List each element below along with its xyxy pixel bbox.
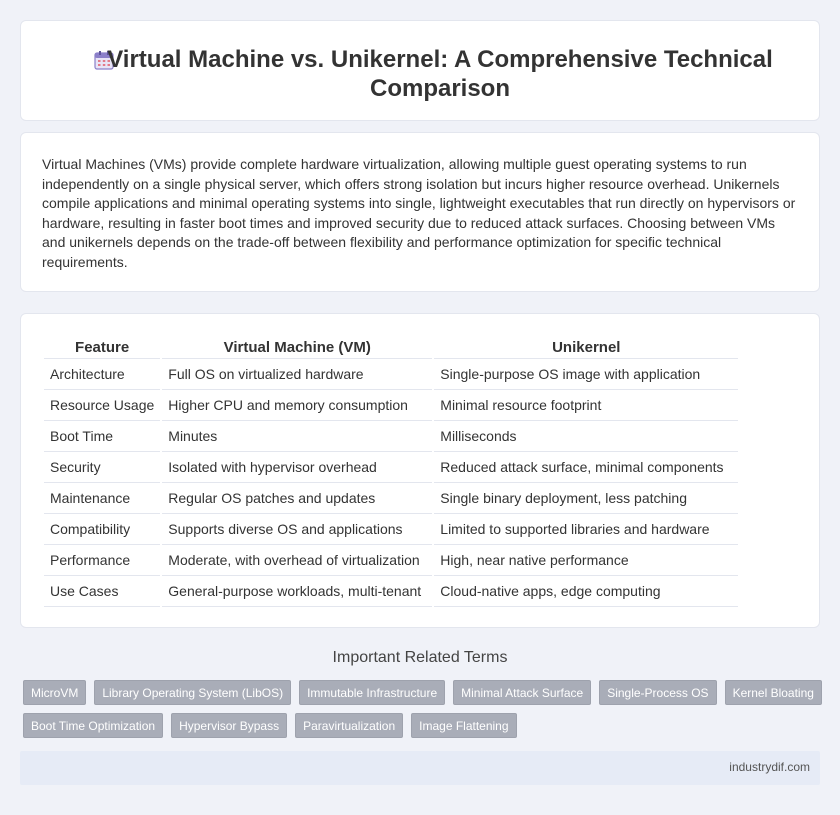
related-term-tag[interactable]: MicroVM	[23, 680, 87, 705]
related-term-tag[interactable]: Paravirtualization	[295, 713, 404, 738]
related-term-tag[interactable]: Library Operating System (LibOS)	[94, 680, 292, 705]
related-term-tag[interactable]: Minimal Attack Surface	[453, 680, 592, 705]
table-row: Security Isolated with hypervisor overhea…	[44, 452, 739, 483]
intro-paragraph: Virtual Machines (VMs) provide complete …	[42, 156, 796, 270]
related-terms-title: Important Related Terms	[332, 649, 508, 666]
column-header-vm: Virtual Machine (VM)	[162, 332, 433, 359]
column-header-feature: Feature	[44, 332, 161, 359]
cell-unikernel: Limited to supported libraries and hardw…	[434, 514, 739, 545]
table-body: Architecture Full OS on virtualized hardw…	[44, 359, 739, 607]
cell-feature: Security	[44, 452, 161, 483]
cell-feature: Maintenance	[44, 483, 161, 514]
table-header-row: Feature Virtual Machine (VM) Unikernel	[44, 332, 739, 359]
intro-card: Virtual Machines (VMs) provide complete …	[20, 132, 820, 292]
cell-vm: Moderate, with overhead of virtualizatio…	[162, 545, 433, 576]
cell-feature: Resource Usage	[44, 390, 161, 421]
footer-site: industrydif.com	[729, 760, 810, 774]
cell-unikernel: Milliseconds	[434, 421, 739, 452]
related-term-tag[interactable]: Hypervisor Bypass	[171, 713, 288, 738]
cell-vm: Isolated with hypervisor overhead	[162, 452, 433, 483]
cell-unikernel: Single binary deployment, less patching	[434, 483, 739, 514]
cell-feature: Boot Time	[44, 421, 161, 452]
cell-unikernel: Minimal resource footprint	[434, 390, 739, 421]
cell-feature: Use Cases	[44, 576, 161, 607]
table-row: Architecture Full OS on virtualized hardw…	[44, 359, 739, 390]
cell-vm: Supports diverse OS and applications	[162, 514, 433, 545]
related-term-tag[interactable]: Kernel Bloating	[724, 680, 822, 705]
cell-feature: Architecture	[44, 359, 161, 390]
related-term-tag[interactable]: Single-Process OS	[599, 680, 717, 705]
page-title: Virtual Machine vs. Unikernel: A Compreh…	[107, 46, 773, 102]
cell-feature: Performance	[44, 545, 161, 576]
cell-vm: Higher CPU and memory consumption	[162, 390, 433, 421]
cell-vm: Full OS on virtualized hardware	[162, 359, 433, 390]
cell-vm: Regular OS patches and updates	[162, 483, 433, 514]
table-row: Use Cases General-purpose workloads, mult…	[44, 576, 739, 607]
related-term-tag[interactable]: Immutable Infrastructure	[299, 680, 446, 705]
table-row: Performance Moderate, with overhead of vi…	[44, 545, 739, 576]
cell-unikernel: High, near native performance	[434, 545, 739, 576]
column-header-unikernel: Unikernel	[434, 332, 739, 359]
comparison-table: Feature Virtual Machine (VM) Unikernel A…	[42, 332, 740, 607]
related-term-tag[interactable]: Boot Time Optimization	[23, 713, 164, 738]
table-row: Resource Usage Higher CPU and memory cons…	[44, 390, 739, 421]
cell-unikernel: Reduced attack surface, minimal componen…	[434, 452, 739, 483]
table-row: Boot Time Minutes Milliseconds	[44, 421, 739, 452]
footer: industrydif.com	[20, 751, 820, 785]
related-term-tag[interactable]: Image Flattening	[411, 713, 517, 738]
cell-vm: General-purpose workloads, multi-tenant	[162, 576, 433, 607]
table-row: Compatibility Supports diverse OS and app…	[44, 514, 739, 545]
comparison-table-card: Feature Virtual Machine (VM) Unikernel A…	[20, 313, 820, 628]
cell-vm: Minutes	[162, 421, 433, 452]
table-row: Maintenance Regular OS patches and update…	[44, 483, 739, 514]
cell-feature: Compatibility	[44, 514, 161, 545]
related-terms-tags: MicroVM Library Operating System (LibOS) I…	[23, 680, 823, 738]
cell-unikernel: Single-purpose OS image with application	[434, 359, 739, 390]
cell-unikernel: Cloud-native apps, edge computing	[434, 576, 739, 607]
title-card: Virtual Machine vs. Unikernel: A Compreh…	[20, 20, 820, 121]
